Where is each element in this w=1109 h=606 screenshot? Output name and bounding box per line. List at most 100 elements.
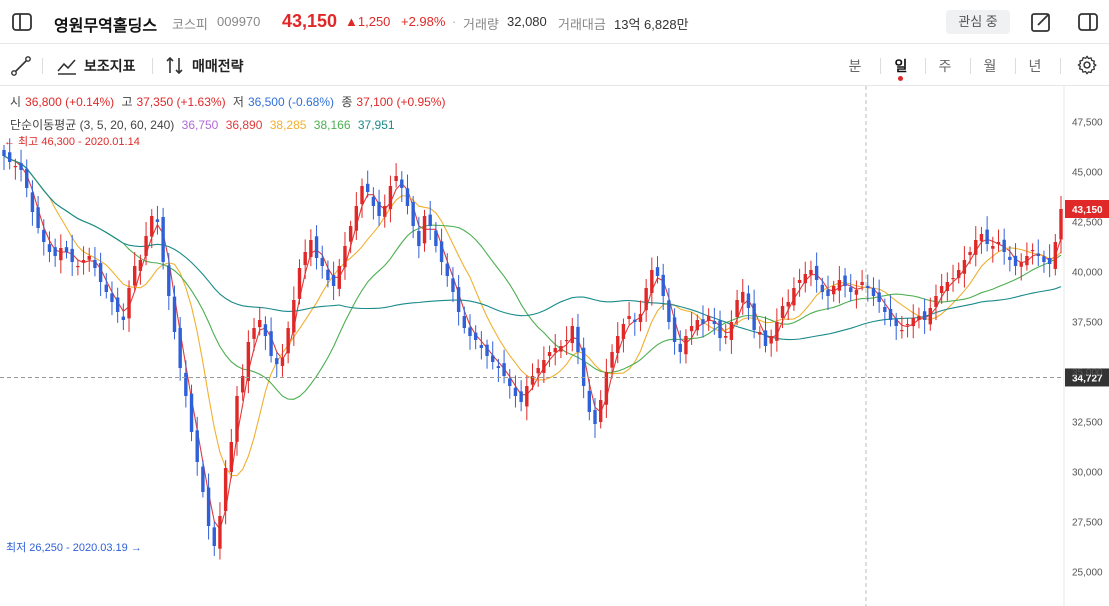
toolbar-divider [152, 58, 153, 74]
candle-body [701, 319, 705, 324]
period-year[interactable]: 년 [1020, 56, 1050, 76]
candle-body [246, 342, 251, 381]
candle-body [553, 348, 557, 353]
candle-body [2, 150, 6, 156]
indicator-button[interactable]: 보조지표 [84, 56, 136, 76]
candle-body [957, 270, 961, 278]
period-week[interactable]: 주 [930, 56, 960, 76]
sidebar-toggle-icon[interactable] [10, 10, 34, 34]
candle-body [598, 400, 603, 423]
candle-body [1019, 262, 1023, 267]
candle-body [695, 320, 700, 331]
candle-body [883, 306, 887, 312]
candle-body [121, 316, 126, 320]
candle-body [47, 244, 52, 252]
candle-body [491, 355, 495, 362]
ma5-line [3, 155, 1062, 531]
candle-body [235, 396, 239, 442]
candle-body [945, 282, 950, 291]
header: 영원무역홀딩스 코스피 009970 43,150 ▲1,250 +2.98% … [0, 0, 1109, 44]
toolbar-divider [970, 58, 971, 74]
candle-body [428, 214, 432, 226]
candle-body [758, 332, 762, 335]
candle-body [1053, 242, 1058, 269]
edit-icon[interactable] [1029, 10, 1053, 34]
candle-body [752, 303, 756, 330]
indicator-icon[interactable] [56, 55, 78, 77]
candle-body [42, 229, 46, 242]
candle-body [542, 360, 546, 373]
candle-body [826, 289, 830, 296]
candle-body [98, 263, 103, 282]
draw-line-icon[interactable] [10, 55, 32, 77]
chart-toolbar: 보조지표 매매전략 분 일 주 월 년 [0, 44, 1109, 86]
candle-body [786, 302, 790, 307]
candle-body [371, 196, 376, 206]
candle-body [900, 330, 904, 332]
candle-body [337, 266, 341, 289]
candle-body [7, 152, 12, 162]
candle-body [1047, 258, 1052, 264]
panel-toggle-icon[interactable] [1076, 10, 1100, 34]
candle-body [195, 430, 199, 462]
candle-body [388, 186, 393, 210]
min-price-annotation: 최저 26,250 - 2020.03.19 → [6, 541, 142, 554]
candle-body [763, 330, 768, 346]
strategy-icon[interactable] [164, 55, 186, 77]
price-chart[interactable]: 34,72743,150← 최고 46,300 - 2020.01.14최저 2… [0, 86, 1109, 606]
toolbar-divider [42, 58, 43, 74]
period-day[interactable]: 일 [886, 56, 916, 81]
period-day-label: 일 [894, 58, 908, 74]
candle-body [667, 300, 671, 322]
candle-body [780, 306, 785, 318]
candle-body [19, 163, 23, 170]
candle-body [746, 293, 751, 308]
watch-button[interactable]: 관심 중 [946, 10, 1010, 34]
candle-body [36, 207, 40, 228]
candle-body [297, 268, 302, 299]
candle-body [434, 230, 438, 246]
candle-body [724, 336, 728, 338]
candle-body [1036, 253, 1040, 256]
candle-body [30, 192, 35, 212]
candle-body [928, 308, 933, 325]
candle-body [405, 188, 410, 206]
candle-body [331, 275, 336, 286]
candle-body [309, 240, 313, 257]
candle-body [394, 176, 398, 182]
candle-body [127, 288, 131, 319]
y-tick-label: 32,500 [1072, 418, 1103, 429]
candle-body [814, 265, 819, 280]
y-tick-label: 40,000 [1072, 268, 1103, 279]
candle-body [218, 516, 222, 549]
toolbar-divider [925, 58, 926, 74]
candle-body [1059, 209, 1063, 240]
candle-body [581, 347, 586, 386]
candle-body [820, 284, 825, 292]
candle-body [860, 282, 864, 286]
candle-body [479, 344, 484, 348]
candle-body [741, 292, 745, 303]
candle-body [326, 269, 330, 280]
candle-body [496, 366, 501, 368]
period-minute[interactable]: 분 [840, 56, 870, 76]
candle-body [610, 352, 614, 368]
candle-body [473, 332, 478, 340]
period-month[interactable]: 월 [975, 56, 1005, 76]
strategy-button[interactable]: 매매전략 [192, 56, 244, 76]
candle-body [854, 290, 859, 295]
candle-body [576, 326, 580, 352]
ma20-line [3, 155, 1062, 477]
candle-body [320, 257, 324, 266]
toolbar-divider [1015, 58, 1016, 74]
amount-label: 거래대금 [558, 17, 606, 32]
candle-body [604, 372, 609, 405]
candle-body [451, 278, 455, 292]
stock-code: 009970 [217, 14, 261, 29]
candle-body [939, 286, 944, 294]
candle-body [161, 217, 165, 262]
candle-body [831, 286, 836, 295]
settings-gear-icon[interactable] [1076, 54, 1098, 76]
candle-body [894, 319, 898, 326]
candle-body [138, 260, 143, 271]
